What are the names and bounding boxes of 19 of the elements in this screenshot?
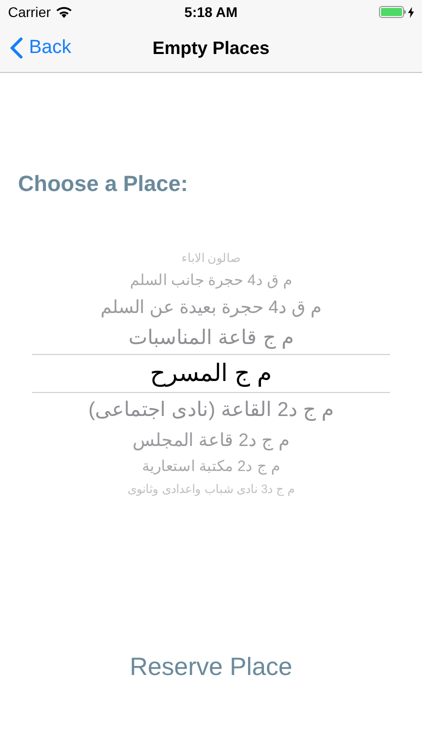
wifi-icon — [56, 6, 72, 18]
picker-option[interactable]: م ق د4 حجرة بعيدة عن السلم — [100, 298, 322, 316]
picker-option[interactable]: م ج قاعة المناسبات — [128, 328, 294, 348]
picker-option[interactable]: م ج المسرح — [150, 362, 272, 386]
prompt-label: Choose a Place: — [18, 171, 188, 196]
picker-option[interactable]: م ج د2 قاعة المجلس — [132, 431, 290, 449]
carrier-label: Carrier — [8, 2, 51, 22]
back-button[interactable]: Back — [0, 34, 72, 62]
picker-option[interactable]: صالون الاباء — [181, 252, 241, 264]
reserve-place-button[interactable]: Reserve Place — [126, 649, 296, 683]
picker-option[interactable]: م ج د2 القاعة (نادى اجتماعى) — [88, 400, 334, 420]
chevron-left-icon — [10, 37, 23, 59]
status-time: 5:18 AM — [184, 2, 238, 22]
charging-bolt-icon — [408, 6, 414, 18]
picker-option[interactable]: م ج د2 مكتبة استعارية — [142, 459, 280, 474]
nav-title: Empty Places — [152, 36, 270, 60]
picker-option[interactable]: م ق د4 حجرة جانب السلم — [130, 273, 292, 288]
battery-icon — [379, 6, 406, 18]
picker-option[interactable]: م ج د3 نادى شباب واعدادى وثانوى — [128, 483, 294, 495]
